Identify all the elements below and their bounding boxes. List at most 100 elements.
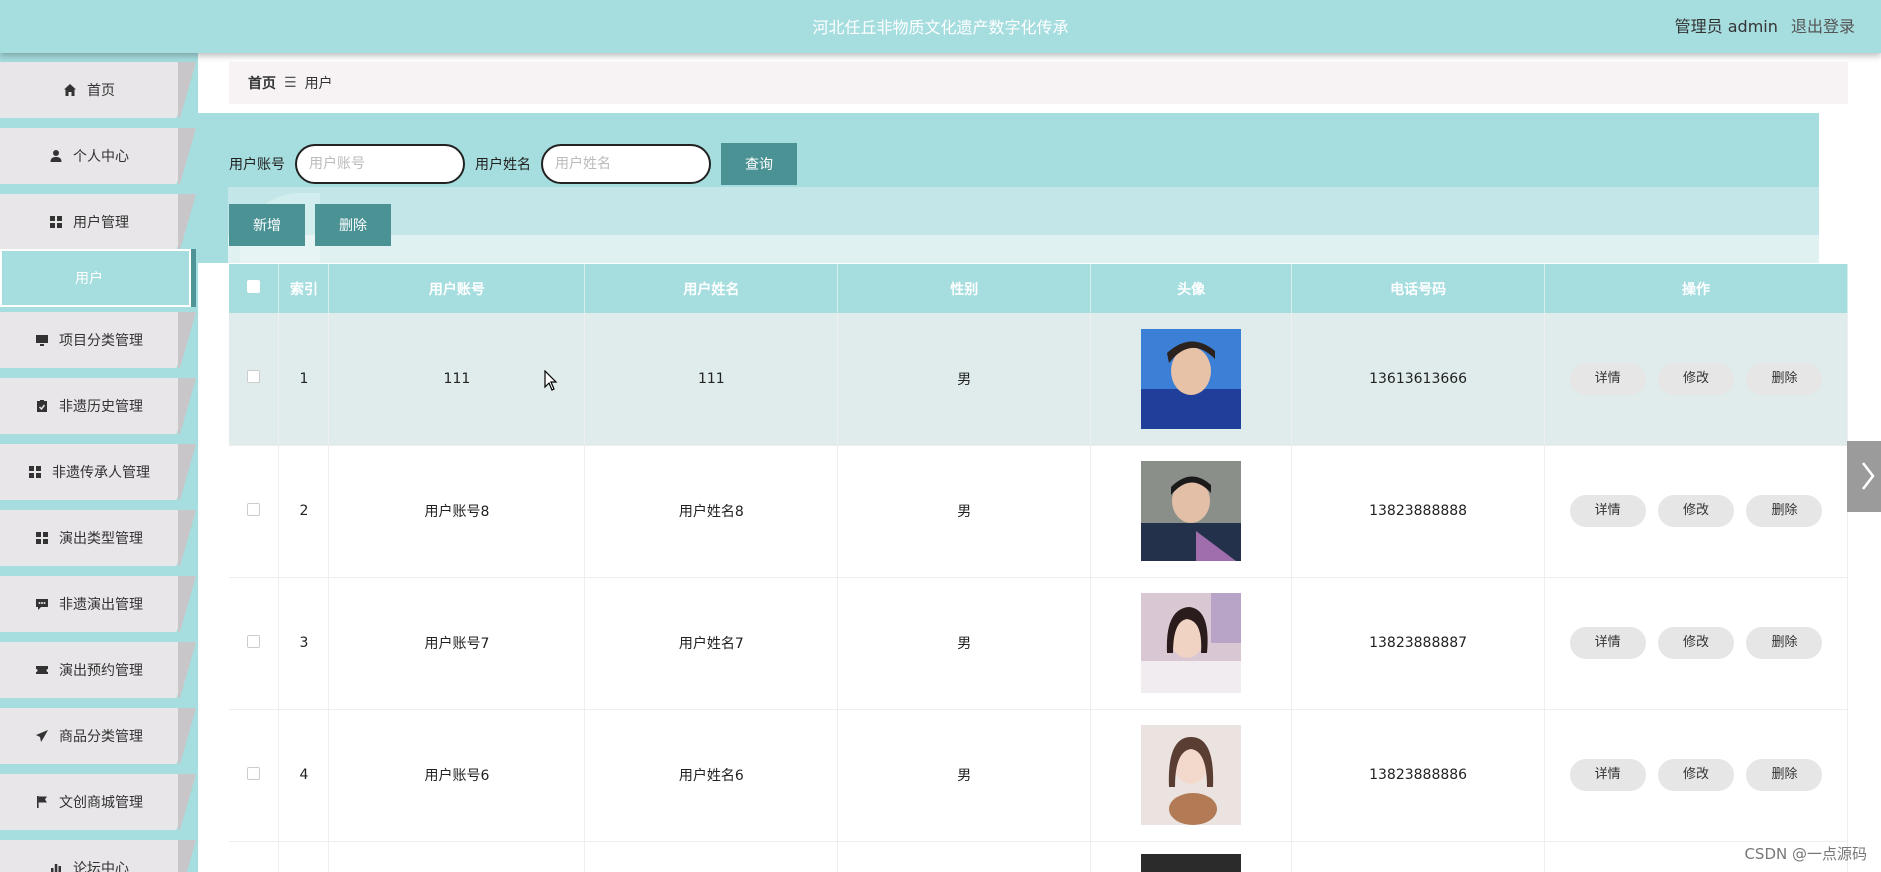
logout-link[interactable]: 退出登录	[1791, 17, 1855, 36]
table-row[interactable]: 2 用户账号8 用户姓名8 男 13823888888 详情 修改 删除	[229, 445, 1848, 578]
detail-button[interactable]: 详情	[1569, 495, 1646, 527]
add-button[interactable]: 新增	[229, 204, 305, 246]
sidebar: 首页 个人中心 用户管理 用户 项目分类管理 非遗历史管理 非遗传承人管理 演出…	[0, 53, 198, 872]
table-header: 索引 用户账号 用户姓名 性别 头像 电话号码 操作	[229, 264, 1848, 313]
avatar	[1141, 593, 1242, 693]
sidebar-item-personal[interactable]: 个人中心	[0, 128, 196, 184]
user-area: 管理员 admin 退出登录	[1675, 13, 1855, 37]
column-header: 电话号码	[1291, 264, 1546, 313]
side-expand-button[interactable]	[1847, 441, 1881, 512]
cell-avatar	[1090, 841, 1293, 872]
avatar	[1141, 725, 1242, 825]
sidebar-item-label: 用户管理	[73, 215, 129, 231]
sidebar-item-forum[interactable]: 论坛中心	[0, 840, 196, 872]
select-all-checkbox[interactable]	[247, 280, 261, 293]
row-checkbox[interactable]	[247, 370, 261, 384]
edit-button[interactable]: 修改	[1658, 759, 1735, 791]
sidebar-item-performance-type[interactable]: 演出类型管理	[0, 510, 196, 566]
column-header: 用户姓名	[584, 264, 839, 313]
grid-icon	[35, 531, 49, 545]
sidebar-item-reservation[interactable]: 演出预约管理	[0, 642, 196, 698]
cell-index: 3	[278, 577, 330, 710]
detail-button[interactable]: 详情	[1569, 362, 1646, 395]
edit-button[interactable]: 修改	[1658, 495, 1735, 527]
bar-chart-icon	[49, 861, 63, 872]
sidebar-item-performance[interactable]: 非遗演出管理	[0, 576, 196, 632]
grid-icon	[28, 465, 42, 479]
cell-actions: 详情 修改 删除	[1544, 709, 1848, 842]
cell-index: 4	[278, 709, 330, 842]
sidebar-item-label: 演出预约管理	[59, 663, 143, 679]
cell-avatar	[1090, 577, 1293, 710]
sidebar-item-user-management[interactable]: 用户管理	[0, 194, 196, 250]
sidebar-item-project-category[interactable]: 项目分类管理	[0, 312, 196, 368]
sidebar-item-shop[interactable]: 文创商城管理	[0, 774, 196, 830]
cell-gender: 男	[837, 709, 1092, 842]
row-checkbox[interactable]	[247, 634, 261, 648]
ticket-icon	[35, 663, 49, 677]
cell-account: 用户账号6	[328, 709, 586, 842]
sidebar-item-label: 商品分类管理	[59, 729, 143, 745]
cell-actions: 详情 修改 删除	[1544, 313, 1848, 446]
top-header: 河北任丘非物质文化遗产数字化传承 管理员 admin 退出登录	[0, 0, 1881, 53]
batch-delete-button[interactable]: 删除	[315, 204, 391, 246]
breadcrumb-current: 用户	[304, 76, 333, 92]
sidebar-item-label: 非遗演出管理	[59, 597, 143, 613]
watermark: CSDN @一点源码	[1744, 845, 1867, 863]
table-row[interactable]: 3 用户账号7 用户姓名7 男 13823888887 详情 修改 删除	[229, 577, 1848, 710]
table-row[interactable]: 1 111 111 男 13613613666 详情 修改 删除	[229, 313, 1848, 446]
sidebar-item-label: 文创商城管理	[59, 795, 143, 811]
sidebar-item-heritage-history[interactable]: 非遗历史管理	[0, 378, 196, 434]
edit-button[interactable]: 修改	[1658, 627, 1735, 659]
sidebar-item-product-category[interactable]: 商品分类管理	[0, 708, 196, 764]
row-checkbox[interactable]	[247, 502, 261, 516]
cell-name: 111	[584, 313, 839, 446]
site-title: 河北任丘非物质文化遗产数字化传承	[812, 18, 1069, 37]
grid-icon	[49, 215, 63, 229]
cell-account: 用户账号7	[328, 577, 586, 710]
account-label: 用户账号	[229, 157, 285, 173]
column-header: 索引	[278, 264, 330, 313]
detail-button[interactable]: 详情	[1569, 627, 1646, 659]
table-row[interactable]: 4 用户账号6 用户姓名6 男 13823888886 详情 修改 删除	[229, 709, 1848, 842]
avatar	[1141, 328, 1242, 429]
person-icon	[49, 149, 63, 163]
cell-phone: 13823888888	[1291, 445, 1546, 578]
cell-index: 1	[278, 313, 330, 446]
cell-phone: 13613613666	[1291, 313, 1546, 446]
column-header: 操作	[1544, 264, 1848, 313]
delete-button[interactable]: 删除	[1746, 627, 1823, 659]
sidebar-item-label: 首页	[87, 83, 115, 99]
admin-label: 管理员 admin	[1674, 17, 1778, 36]
table-row[interactable]	[229, 841, 1848, 872]
detail-button[interactable]: 详情	[1569, 759, 1646, 791]
cell-avatar	[1090, 709, 1293, 842]
user-table: 索引 用户账号 用户姓名 性别 头像 电话号码 操作 1 111 111 男 1…	[229, 264, 1848, 872]
cell-actions: 详情 修改 删除	[1544, 577, 1848, 710]
name-label: 用户姓名	[475, 157, 531, 173]
breadcrumb-separator: ☰	[284, 75, 297, 91]
cell-phone: 13823888887	[1291, 577, 1546, 710]
paper-plane-icon	[35, 729, 49, 743]
sidebar-item-inheritor[interactable]: 非遗传承人管理	[0, 444, 196, 500]
delete-button[interactable]: 删除	[1746, 362, 1823, 395]
name-search-input[interactable]	[541, 144, 711, 184]
delete-button[interactable]: 删除	[1746, 495, 1823, 527]
cell-name: 用户姓名8	[584, 445, 839, 578]
clipboard-icon	[35, 399, 49, 413]
sidebar-item-label: 非遗传承人管理	[52, 465, 150, 481]
row-checkbox[interactable]	[247, 766, 261, 780]
query-button[interactable]: 查询	[721, 143, 797, 185]
mouse-cursor-icon	[544, 370, 558, 391]
breadcrumb-home[interactable]: 首页	[248, 73, 276, 93]
sidebar-item-home[interactable]: 首页	[0, 62, 196, 118]
sidebar-subitem-user[interactable]: 用户	[0, 249, 196, 307]
delete-button[interactable]: 删除	[1746, 759, 1823, 791]
chat-icon	[35, 597, 49, 611]
sidebar-item-label: 演出类型管理	[59, 531, 143, 547]
avatar	[1141, 461, 1242, 561]
monitor-icon	[35, 333, 49, 347]
sidebar-item-label: 非遗历史管理	[59, 399, 143, 415]
edit-button[interactable]: 修改	[1658, 362, 1735, 395]
account-search-input[interactable]	[295, 144, 465, 184]
